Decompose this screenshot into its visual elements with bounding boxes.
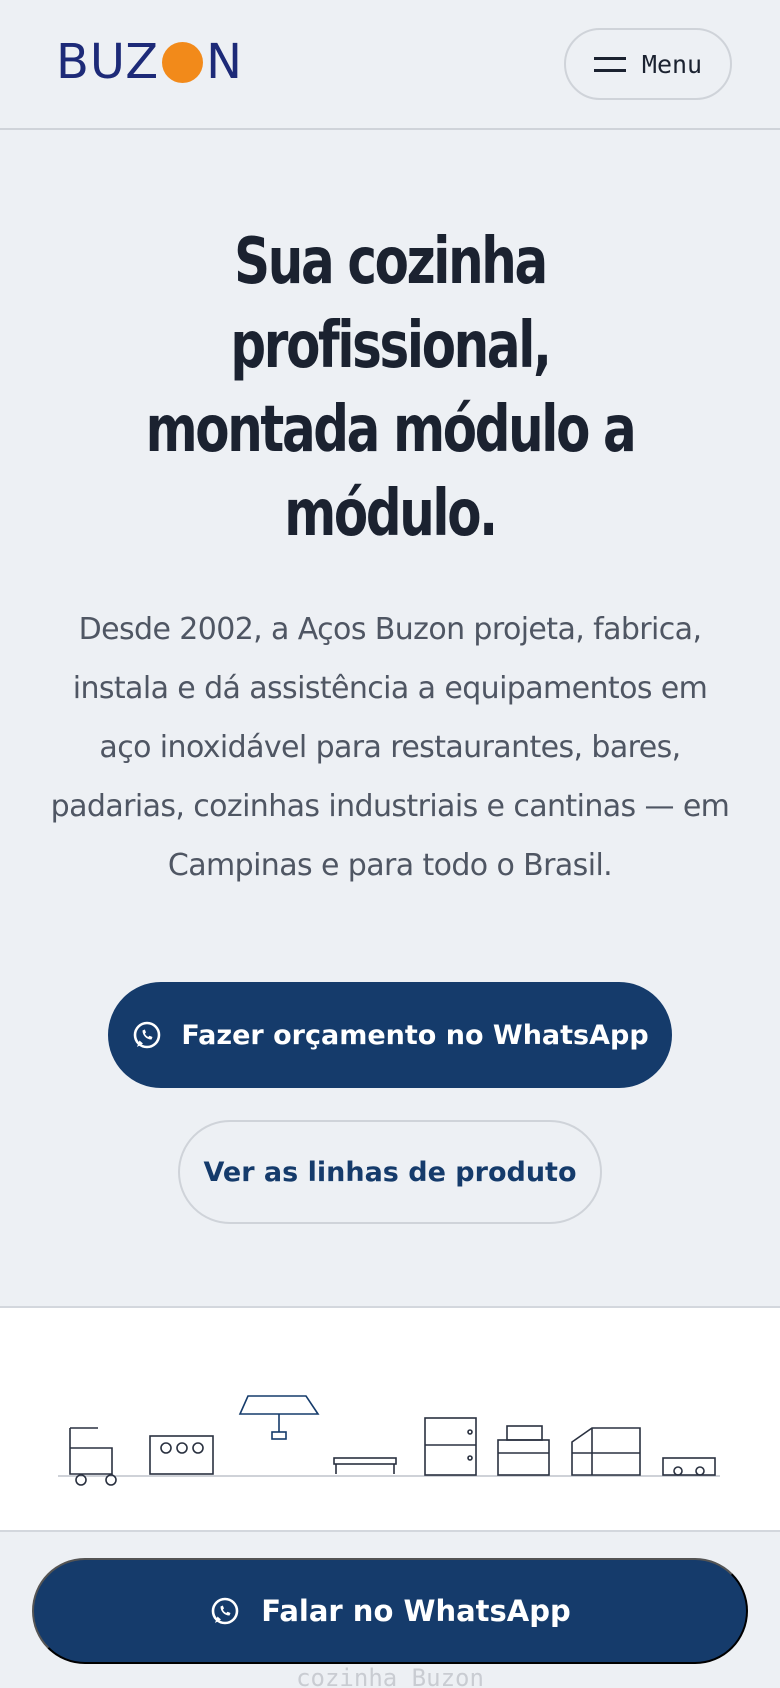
whatsapp-icon	[134, 1021, 161, 1049]
product-lines-label: Ver as linhas de produto	[203, 1156, 577, 1188]
menu-button[interactable]: Menu	[564, 28, 732, 100]
product-lines-button[interactable]: Ver as linhas de produto	[178, 1120, 602, 1224]
section-peek-text: cozinha Buzon	[296, 1664, 484, 1688]
floating-whatsapp-label: Falar no WhatsApp	[261, 1594, 571, 1628]
buzon-logo[interactable]: BUZ N	[56, 38, 243, 86]
bench-illustration	[333, 1457, 397, 1474]
menu-label: Menu	[641, 49, 703, 79]
hood-illustration	[238, 1395, 320, 1440]
whatsapp-quote-label: Fazer orçamento no WhatsApp	[181, 1019, 649, 1051]
hero-description: Desde 2002, a Aços Buzon projeta, fabric…	[50, 612, 730, 883]
logo-text-right: N	[206, 34, 244, 90]
stove-illustration	[149, 1435, 214, 1475]
hero-title: Sua cozinha profissional, montada módulo…	[145, 225, 637, 551]
whatsapp-quote-button[interactable]: Fazer orçamento no WhatsApp	[108, 982, 672, 1088]
kitchen-equipment-illustration	[58, 1395, 720, 1486]
logo-orange-dot	[162, 41, 204, 83]
trolley-illustration	[662, 1457, 716, 1476]
whatsapp-icon	[211, 1597, 239, 1625]
fryer-illustration	[497, 1425, 550, 1476]
floating-whatsapp-button[interactable]: Falar no WhatsApp	[32, 1558, 748, 1664]
fridge-illustration	[424, 1417, 477, 1476]
site-header: BUZ N Menu	[0, 0, 780, 130]
equipment-illustration-band	[0, 1306, 780, 1532]
logo-text-left: BUZ	[56, 34, 160, 90]
menu-icon	[593, 54, 626, 74]
cabinet-illustration	[571, 1427, 641, 1476]
